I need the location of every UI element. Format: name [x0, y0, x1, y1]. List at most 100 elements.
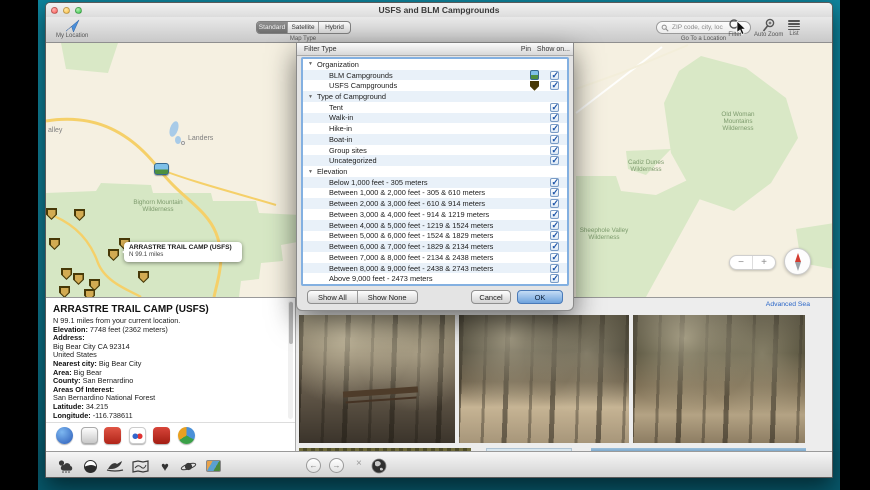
ok-button[interactable]: OK [517, 290, 563, 304]
filter-item-row[interactable]: Above 9,000 feet - 2473 meters [303, 273, 567, 284]
list-button[interactable]: List [788, 19, 800, 37]
filter-item-row[interactable]: Between 8,000 & 9,000 feet - 2438 & 2743… [303, 263, 567, 274]
blm-pin-icon [530, 70, 539, 81]
panoramio-icon[interactable] [178, 427, 195, 444]
filter-item-row[interactable]: USFS Campgrounds [303, 80, 567, 91]
segment-satellite[interactable]: Satellite [288, 22, 319, 33]
show-all-button[interactable]: Show All [308, 291, 358, 303]
usfs-shield-pin[interactable] [84, 289, 95, 297]
planet-icon[interactable] [179, 458, 197, 474]
filter-item-row[interactable]: Group sites [303, 145, 567, 156]
filter-item-row[interactable]: Between 5,000 & 6,000 feet - 1524 & 1829… [303, 230, 567, 241]
next-photo-button[interactable]: → [329, 458, 344, 473]
show-on-map-checkbox[interactable] [550, 263, 559, 274]
list-icon [788, 19, 800, 31]
filter-item-label: Uncategorized [329, 156, 377, 166]
show-on-map-checkbox[interactable] [550, 80, 559, 91]
filter-item-label: Group sites [329, 145, 367, 155]
topo-map-icon[interactable] [131, 458, 149, 474]
cancel-button[interactable]: Cancel [471, 290, 511, 304]
filter-item-row[interactable]: Walk-in [303, 112, 567, 123]
photos-icon[interactable] [204, 458, 222, 474]
close-photos-icon[interactable]: × [356, 458, 362, 469]
advanced-link[interactable]: Advanced Sea [766, 301, 810, 308]
wildlife-icon[interactable] [106, 458, 124, 474]
landers-town-dot [181, 141, 185, 145]
favorites-heart-icon[interactable]: ♥ [156, 458, 174, 474]
compass-control[interactable] [784, 248, 811, 275]
google-icon[interactable] [56, 427, 73, 444]
my-location-button[interactable]: My Location [56, 19, 88, 39]
filter-item-label: Above 9,000 feet - 2473 meters [329, 274, 433, 284]
filter-item-row[interactable]: Between 3,000 & 4,000 feet - 914 & 1219 … [303, 209, 567, 220]
service-links-row [46, 422, 295, 448]
filter-item-row[interactable]: BLM Campgrounds [303, 70, 567, 81]
blm-campground-map-pin[interactable] [154, 163, 169, 175]
zoom-out-button[interactable]: − [730, 256, 753, 269]
show-on-map-checkbox[interactable] [550, 252, 559, 263]
filter-item-label: Between 5,000 & 6,000 feet - 1524 & 1829… [329, 231, 494, 241]
globe-icon[interactable] [370, 458, 388, 474]
filter-dialog-header: Filter Type Pin Show on... [297, 43, 573, 56]
show-on-map-checkbox[interactable] [550, 155, 559, 166]
filter-item-label: Between 8,000 & 9,000 feet - 2438 & 2743… [329, 263, 494, 273]
filter-list: ▼ OrganizationBLM CampgroundsUSFS Campgro… [301, 57, 569, 286]
filter-item-row[interactable]: Between 6,000 & 7,000 feet - 1829 & 2134… [303, 241, 567, 252]
detail-lines: N 99.1 miles from your current location.… [46, 316, 295, 420]
filter-group-label: Elevation [317, 167, 348, 177]
filter-item-row[interactable]: Uncategorized [303, 155, 567, 166]
red-app-icon[interactable] [104, 427, 121, 444]
window-title: USFS and BLM Campgrounds [378, 5, 500, 15]
show-on-map-checkbox[interactable] [550, 241, 559, 252]
filter-item-row[interactable]: Between 4,000 & 5,000 feet - 1219 & 1524… [303, 220, 567, 231]
show-on-map-checkbox[interactable] [550, 209, 559, 220]
show-on-map-checkbox[interactable] [550, 230, 559, 241]
show-on-map-checkbox[interactable] [550, 187, 559, 198]
campground-callout[interactable]: ARRASTRE TRAIL CAMP (USFS) N 99.1 miles [122, 242, 242, 262]
segment-hybrid[interactable]: Hybrid [319, 22, 350, 33]
show-on-map-checkbox[interactable] [550, 273, 559, 284]
show-on-map-checkbox[interactable] [550, 112, 559, 123]
filter-item-row[interactable]: Tent [303, 102, 567, 113]
filter-item-row[interactable]: Boat-in [303, 134, 567, 145]
show-on-map-checkbox[interactable] [550, 220, 559, 231]
show-on-map-checkbox[interactable] [550, 134, 559, 145]
show-on-map-checkbox[interactable] [550, 70, 559, 81]
filter-group-header[interactable]: ▼ Organization [303, 59, 567, 70]
show-on-map-checkbox[interactable] [550, 123, 559, 134]
flickr-icon[interactable] [129, 427, 146, 444]
campsite-photo-2[interactable] [459, 315, 629, 443]
disclosure-triangle-icon[interactable]: ▼ [308, 61, 313, 67]
filter-item-row[interactable]: Below 1,000 feet - 305 meters [303, 177, 567, 188]
compass-north-needle [794, 252, 801, 262]
weather-forecast-icon[interactable] [56, 458, 74, 474]
show-on-map-checkbox[interactable] [550, 177, 559, 188]
filter-type-column-header: Filter Type [304, 45, 337, 53]
show-on-map-checkbox[interactable] [550, 145, 559, 156]
youtube-icon[interactable] [153, 427, 170, 444]
zoom-in-button[interactable]: + [753, 256, 775, 269]
noaa-icon[interactable] [81, 458, 99, 474]
disclosure-triangle-icon[interactable]: ▼ [308, 169, 313, 175]
auto-zoom-button[interactable]: Auto Zoom [754, 18, 783, 38]
filter-group-header[interactable]: ▼ Type of Campground [303, 91, 567, 102]
show-on-map-checkbox[interactable] [550, 102, 559, 113]
campsite-photo-3[interactable] [633, 315, 805, 443]
filter-item-row[interactable]: Between 2,000 & 3,000 feet - 610 & 914 m… [303, 198, 567, 209]
panel-scrollbar[interactable] [288, 301, 293, 419]
filter-item-row[interactable]: Between 7,000 & 8,000 feet - 2134 & 2438… [303, 252, 567, 263]
filter-item-row[interactable]: Hike-in [303, 123, 567, 134]
segment-standard[interactable]: Standard [257, 22, 288, 33]
filter-group-header[interactable]: ▼ Elevation [303, 166, 567, 177]
previous-photo-button[interactable]: ← [306, 458, 321, 473]
disclosure-triangle-icon[interactable]: ▼ [308, 94, 313, 100]
campsite-photo-1[interactable] [299, 315, 455, 443]
filter-item-row[interactable]: Between 1,000 & 2,000 feet - 305 & 610 m… [303, 187, 567, 198]
show-none-button[interactable]: Show None [358, 291, 417, 303]
weather-service-icon[interactable] [81, 427, 98, 444]
map-zoom-control: − + [729, 255, 776, 270]
map-label-landers: Landers [188, 135, 214, 142]
show-on-map-checkbox[interactable] [550, 198, 559, 209]
campground-detail-panel: ARRASTRE TRAIL CAMP (USFS) N 99.1 miles … [46, 297, 296, 451]
filter-item-label: Between 6,000 & 7,000 feet - 1829 & 2134… [329, 242, 494, 252]
